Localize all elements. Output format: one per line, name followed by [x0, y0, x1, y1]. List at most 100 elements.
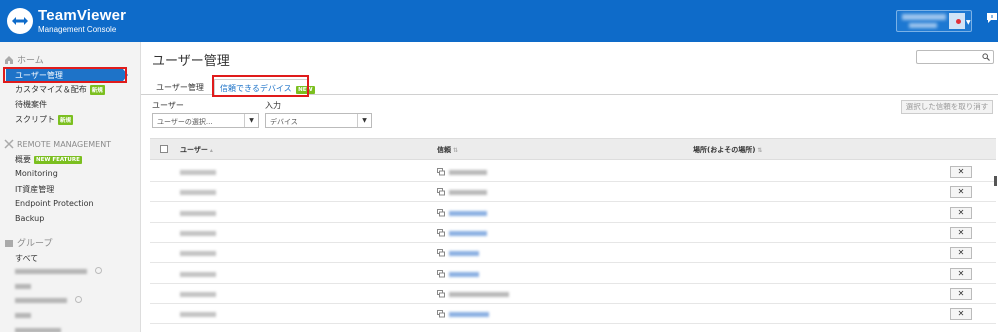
sidebar-item-customize[interactable]: カスタマイズ＆配布 新規	[15, 84, 105, 95]
sidebar-item-scripts[interactable]: スクリプト 新規	[15, 114, 74, 125]
scrollbar[interactable]	[994, 176, 997, 186]
sidebar-item-label: IT資産管理	[15, 185, 55, 194]
sidebar-item-label: カスタマイズ＆配布	[15, 85, 87, 94]
trusted-device	[437, 166, 517, 178]
input-type-select[interactable]: デバイス ▼	[265, 113, 372, 128]
brand-subtitle: Management Console	[38, 25, 117, 34]
sidebar-group-blurred[interactable]	[15, 269, 87, 274]
remove-trust-button[interactable]: ✕	[950, 206, 972, 219]
table-row: ✕	[150, 243, 996, 264]
chevron-down-icon: ▼	[966, 19, 971, 26]
tools-icon	[4, 139, 14, 149]
group-status-icon	[75, 296, 82, 303]
sidebar-section-remote-management[interactable]: REMOTE MANAGEMENT	[4, 139, 111, 149]
main-content: ユーザー管理 ユーザー管理 信頼できるデバイス NEW ユーザー ユーザーの選択…	[141, 42, 998, 332]
remove-trust-button[interactable]: ✕	[950, 186, 972, 199]
new-badge: 新規	[58, 114, 74, 125]
sidebar-item-label: Backup	[15, 214, 45, 223]
device-id-blurred	[449, 271, 479, 277]
sidebar-group-blurred[interactable]	[15, 328, 61, 332]
trusted-device	[437, 207, 517, 219]
sidebar-section-groups[interactable]: グループ	[4, 236, 52, 249]
device-id-blurred	[449, 170, 487, 175]
sidebar-item-label: すべて	[15, 254, 39, 263]
sidebar-item-label: 概要	[15, 155, 31, 164]
device-icon	[437, 249, 445, 257]
trusted-device	[437, 268, 517, 280]
input-filter-label: 入力	[265, 101, 281, 110]
table-row: ✕	[150, 162, 996, 182]
new-badge: 新規	[89, 84, 105, 95]
remove-trust-button[interactable]: ✕	[950, 267, 972, 280]
trusted-device	[437, 227, 517, 239]
device-id-blurred	[449, 230, 487, 236]
user-name-blurred	[180, 230, 216, 236]
device-icon	[437, 188, 445, 196]
user-name-blurred	[180, 251, 216, 257]
user-select-value: ユーザーの選択...	[157, 118, 213, 126]
user-name-blurred	[180, 312, 216, 318]
trusted-device	[437, 308, 517, 320]
remove-trust-button[interactable]: ✕	[950, 226, 972, 239]
device-icon	[437, 310, 445, 318]
remove-trust-button[interactable]: ✕	[950, 166, 972, 178]
user-name-blurred	[180, 190, 216, 196]
search-input[interactable]	[916, 50, 994, 64]
teamviewer-logo-icon[interactable]	[7, 8, 33, 34]
chat-icon[interactable]	[986, 12, 998, 24]
sidebar-item-overview[interactable]: 概要 NEW FEATURE	[15, 154, 82, 165]
sidebar-item-pending[interactable]: 待機案件	[15, 99, 47, 110]
sort-icon: ⇅	[453, 147, 459, 154]
input-select-value: デバイス	[270, 118, 298, 126]
chevron-down-icon: ▼	[357, 114, 371, 127]
sidebar-item-asset-management[interactable]: IT資産管理	[15, 184, 54, 195]
column-header-user[interactable]: ユーザー ▴	[180, 145, 213, 155]
table-row: ✕	[150, 284, 996, 304]
group-status-icon	[95, 267, 102, 274]
column-header-trust[interactable]: 信頼 ⇅	[437, 145, 458, 155]
device-id-blurred	[449, 251, 479, 257]
sidebar-item-monitoring[interactable]: Monitoring	[15, 169, 58, 178]
trusted-device	[437, 247, 517, 259]
sidebar-section-home[interactable]: ホーム	[4, 53, 44, 66]
sidebar-group-blurred[interactable]	[15, 298, 67, 303]
sidebar-group-blurred[interactable]	[15, 284, 31, 289]
remove-trust-button[interactable]: ✕	[950, 308, 972, 321]
table-row: ✕	[150, 182, 996, 203]
highlight-box-sidebar	[3, 67, 127, 83]
sidebar-item-backup[interactable]: Backup	[15, 214, 44, 223]
user-name-blurred	[180, 170, 216, 175]
sort-icon: ▴	[209, 147, 213, 154]
sidebar-item-label: スクリプト	[15, 115, 55, 124]
user-select[interactable]: ユーザーの選択... ▼	[152, 113, 259, 128]
device-icon	[437, 228, 445, 237]
device-id-blurred	[449, 312, 489, 318]
sidebar-item-all[interactable]: すべて	[15, 253, 38, 264]
trusted-device	[437, 288, 517, 300]
user-name-blurred	[180, 210, 216, 216]
device-icon	[437, 289, 445, 298]
device-icon	[437, 269, 445, 277]
revoke-selected-trust-button[interactable]: 選択した信頼を取り消す	[901, 100, 993, 114]
user-account-menu[interactable]: ▼	[896, 10, 972, 32]
trusted-device	[437, 186, 517, 198]
sidebar: ホーム ユーザー管理 カスタマイズ＆配布 新規 待機案件 スクリプト 新規 RE…	[0, 42, 141, 332]
sort-icon: ⇅	[757, 147, 763, 154]
table-header: ユーザー ▴ 信頼 ⇅ 場所(およその場所) ⇅	[150, 138, 996, 160]
column-label: 信頼	[437, 146, 451, 154]
sidebar-item-endpoint-protection[interactable]: Endpoint Protection	[15, 199, 94, 208]
column-label: ユーザー	[180, 146, 208, 154]
remove-trust-button[interactable]: ✕	[950, 287, 972, 300]
sidebar-group-blurred[interactable]	[15, 313, 31, 318]
remove-trust-button[interactable]: ✕	[950, 247, 972, 260]
column-header-location[interactable]: 場所(およその場所) ⇅	[693, 145, 762, 155]
sidebar-item-label: Endpoint Protection	[15, 199, 94, 208]
select-all-checkbox[interactable]	[160, 145, 168, 153]
table-row: ✕	[150, 203, 996, 223]
sidebar-section-label: グループ	[17, 239, 53, 249]
highlight-box-tab	[212, 75, 309, 97]
sidebar-item-label: Monitoring	[15, 169, 58, 178]
sidebar-section-label: ホーム	[17, 56, 44, 66]
user-name-blurred	[180, 271, 216, 277]
tab-user-management[interactable]: ユーザー管理	[151, 79, 209, 95]
